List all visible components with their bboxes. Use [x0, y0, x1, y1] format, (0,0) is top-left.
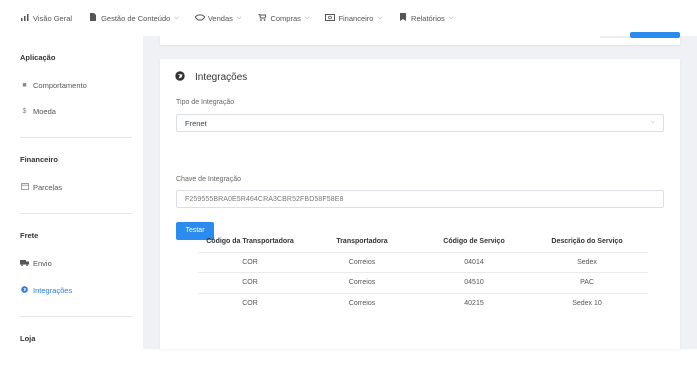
- sidebar-item-envio[interactable]: Envio: [20, 259, 52, 268]
- cell-carrier-code: COR: [198, 251, 302, 273]
- sidebar: Aplicação ■ Comportamento $ Moeda Financ…: [0, 36, 143, 349]
- integration-type-value: Frenet: [185, 119, 207, 128]
- nav-label: Visão Geral: [33, 13, 73, 23]
- top-nav: Visão Geral Gestão de Conteúdo ⌵ Vendas …: [0, 0, 697, 36]
- cell-carrier: Correios: [302, 292, 422, 314]
- globe-icon: [20, 286, 29, 295]
- dollar-icon: $: [22, 108, 27, 115]
- sidebar-heading-frete: Frete: [20, 231, 39, 240]
- globe-icon: [175, 71, 187, 83]
- sidebar-item-label: Envio: [33, 259, 52, 268]
- nav-label: Gestão de Conteúdo: [101, 13, 171, 23]
- cell-service-description: Sedex: [526, 251, 648, 273]
- nav-item-visao-geral[interactable]: Visão Geral: [20, 13, 73, 23]
- handshake-icon: [194, 14, 206, 23]
- nav-item-vendas[interactable]: Vendas ⌵: [194, 13, 242, 23]
- cell-carrier: Correios: [302, 251, 422, 273]
- sidebar-divider: [20, 316, 132, 317]
- integrations-card: Integrações Tipo de Integração Frenet ⌵ …: [160, 59, 680, 349]
- table-row: COR Correios 40215 Sedex 10: [198, 292, 648, 314]
- nav-label: Financeiro: [338, 13, 374, 23]
- chevron-down-icon: ⌵: [236, 14, 242, 21]
- cell-service-code: 04014: [422, 251, 526, 273]
- chevron-down-icon: ⌵: [304, 14, 310, 21]
- nav-label: Vendas: [207, 13, 233, 23]
- cell-carrier: Correios: [302, 272, 422, 293]
- primary-button[interactable]: [630, 32, 680, 38]
- nav-item-relatorios[interactable]: Relatórios ⌵: [398, 13, 453, 23]
- bookmark-icon: [398, 13, 407, 23]
- sidebar-heading-aplicacao: Aplicação: [20, 53, 56, 62]
- calendar-icon: [20, 183, 29, 192]
- table-row: COR Correios 04510 PAC: [198, 272, 648, 293]
- column-header-carrier-code: Código da Transportadora: [206, 238, 294, 246]
- chevron-down-icon: ⌵: [650, 119, 655, 125]
- integration-key-label: Chave de Integração: [176, 176, 241, 183]
- cart-icon: [257, 13, 267, 23]
- nav-item-financeiro[interactable]: Financeiro ⌵: [325, 13, 383, 23]
- chevron-down-icon: ⌵: [448, 14, 454, 21]
- sidebar-item-label: Moeda: [33, 107, 56, 116]
- sidebar-item-comportamento[interactable]: ■ Comportamento: [20, 81, 87, 90]
- nav-label: Compras: [270, 13, 301, 23]
- sidebar-item-parcelas[interactable]: Parcelas: [20, 183, 62, 192]
- chevron-down-icon: ⌵: [377, 14, 383, 21]
- cell-service-code: 04510: [422, 272, 526, 293]
- table-row: COR Correios 04014 Sedex: [198, 251, 648, 273]
- sidebar-item-integracoes[interactable]: Integrações: [20, 286, 72, 295]
- card-title: Integrações: [175, 71, 247, 83]
- bar-chart-icon: [20, 13, 29, 23]
- services-table: Código da Transportadora Transportadora …: [198, 232, 648, 314]
- sidebar-divider: [20, 137, 132, 138]
- column-header-carrier: Transportadora: [336, 238, 388, 246]
- nav-item-compras[interactable]: Compras ⌵: [257, 13, 310, 23]
- nav-item-gestao-de-conteudo[interactable]: Gestão de Conteúdo ⌵: [88, 13, 179, 23]
- sidebar-item-moeda[interactable]: $ Moeda: [20, 107, 56, 116]
- integration-type-select[interactable]: Frenet ⌵: [176, 114, 664, 132]
- previous-card: [160, 32, 680, 45]
- chevron-down-icon: ⌵: [174, 14, 179, 21]
- file-icon: [88, 13, 97, 23]
- sidebar-heading-loja: Loja: [20, 334, 36, 343]
- table-header-row: Código da Transportadora Transportadora …: [198, 232, 648, 252]
- cell-service-code: 40215: [422, 292, 526, 314]
- integration-key-value: F259555BRA0E5R464CRA3CBR52FBD58F58E8: [185, 196, 344, 203]
- cell-service-description: PAC: [526, 272, 648, 293]
- column-header-service-description: Descrição do Serviço: [551, 238, 623, 246]
- money-icon: [325, 13, 336, 23]
- nav-label: Relatórios: [411, 13, 445, 23]
- cell-service-description: Sedex 10: [526, 292, 648, 314]
- integration-type-label: Tipo de Integração: [176, 99, 235, 106]
- sidebar-heading-financeiro: Financeiro: [20, 155, 58, 164]
- sidebar-divider: [20, 213, 132, 214]
- column-header-service-code: Código de Serviço: [443, 238, 505, 246]
- sidebar-item-label: Comportamento: [33, 81, 87, 90]
- cell-carrier-code: COR: [198, 272, 302, 293]
- sidebar-item-label: Integrações: [33, 286, 73, 295]
- truck-icon: [20, 259, 29, 268]
- integration-key-input[interactable]: F259555BRA0E5R464CRA3CBR52FBD58F58E8: [176, 190, 664, 208]
- cell-carrier-code: COR: [198, 292, 302, 314]
- sidebar-item-label: Parcelas: [33, 183, 63, 192]
- main-content: Integrações Tipo de Integração Frenet ⌵ …: [143, 32, 697, 349]
- square-icon: ■: [22, 82, 27, 89]
- card-title-text: Integrações: [195, 71, 248, 83]
